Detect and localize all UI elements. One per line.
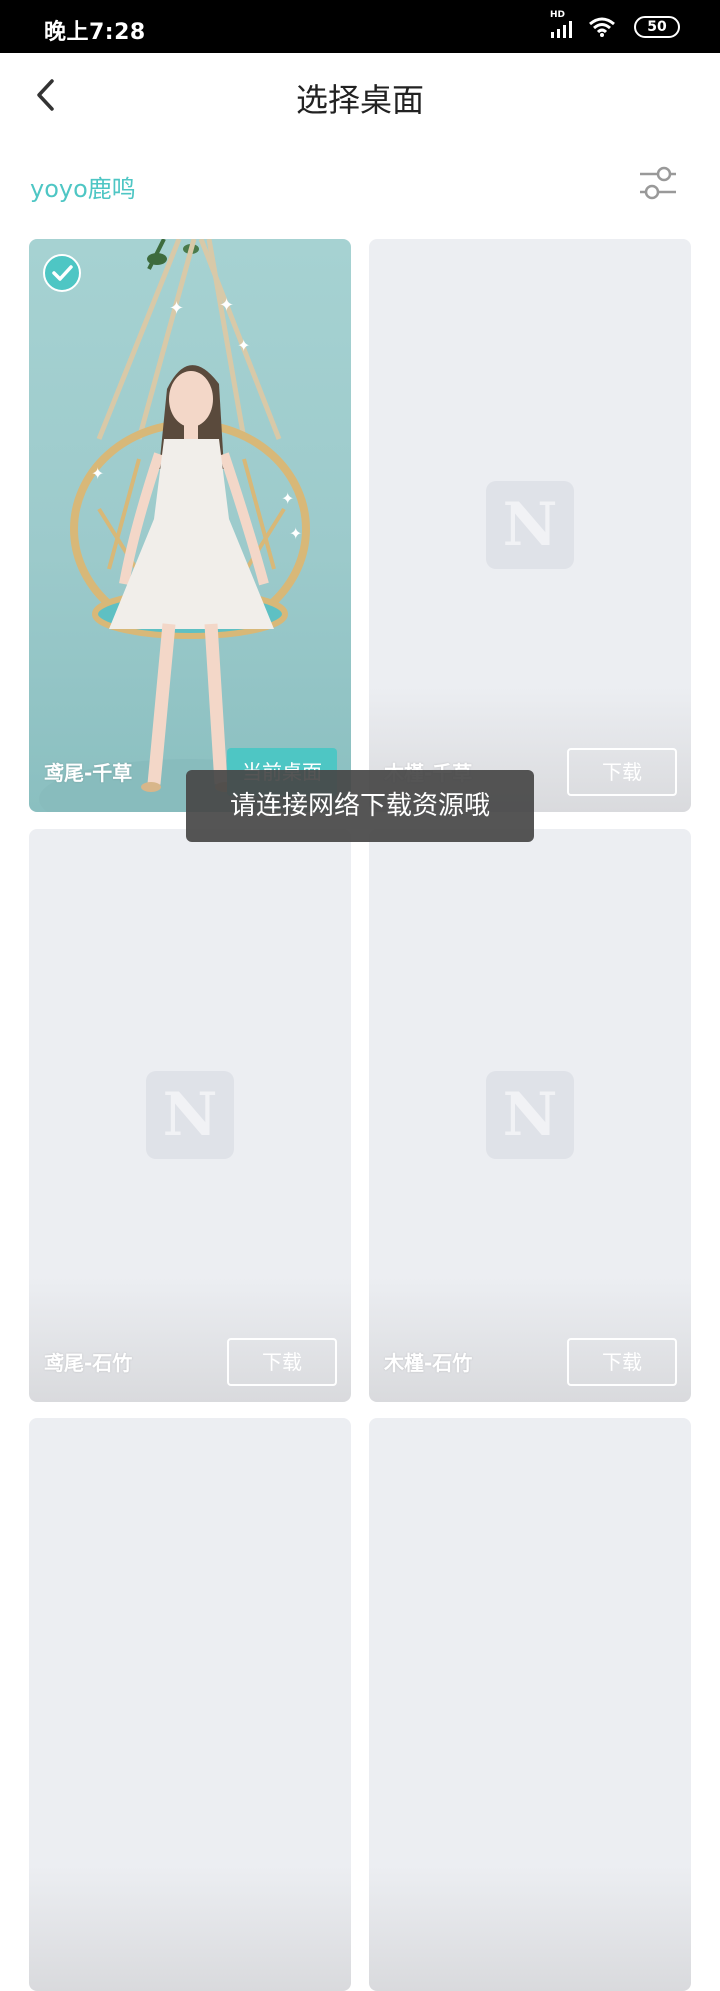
- placeholder-logo-icon: N: [486, 1071, 574, 1159]
- card-title: 木槿-石竹: [384, 1351, 473, 1375]
- desktop-card[interactable]: [369, 1418, 691, 1991]
- card-title: 鸢尾-千草: [44, 761, 133, 785]
- svg-text:✦: ✦: [237, 336, 250, 355]
- toast-message: 请连接网络下载资源哦: [186, 770, 534, 842]
- download-button[interactable]: 下载: [567, 748, 677, 796]
- status-icons: HD 50: [550, 10, 680, 40]
- signal-icon: [551, 21, 572, 38]
- filter-button[interactable]: [636, 164, 680, 204]
- download-button[interactable]: 下载: [227, 1338, 337, 1386]
- selected-check-icon: [43, 254, 81, 292]
- desktop-card[interactable]: ✦ ✦ ✦ ✦ ✦ ✦ 鸢尾-千草 当前桌面: [29, 239, 351, 812]
- battery-indicator: 50: [634, 16, 680, 38]
- account-name[interactable]: yoyo鹿鸣: [30, 169, 136, 204]
- sliders-icon: [640, 166, 676, 200]
- svg-text:✦: ✦: [169, 298, 184, 319]
- svg-text:✦: ✦: [281, 489, 294, 508]
- desktop-card[interactable]: N 木槿-千草 下载: [369, 239, 691, 812]
- placeholder-logo-icon: N: [486, 481, 574, 569]
- card-title: 鸢尾-石竹: [44, 1351, 133, 1375]
- status-time: 晚上7:28: [44, 20, 146, 45]
- svg-text:✦: ✦: [91, 464, 104, 483]
- page-title: 选择桌面: [295, 81, 424, 119]
- character-preview-image: ✦ ✦ ✦ ✦ ✦ ✦: [39, 239, 339, 812]
- top-bar: 选择桌面: [0, 53, 720, 143]
- desktop-card[interactable]: N 木槿-石竹 下载: [369, 829, 691, 1402]
- placeholder-logo-icon: N: [146, 1071, 234, 1159]
- desktop-card[interactable]: [29, 1418, 351, 1991]
- desktop-card[interactable]: N 鸢尾-石竹 下载: [29, 829, 351, 1402]
- download-button[interactable]: 下载: [567, 1338, 677, 1386]
- svg-text:✦: ✦: [289, 524, 302, 543]
- svg-text:✦: ✦: [219, 295, 234, 316]
- wifi-icon: [589, 17, 615, 37]
- network-type-label: HD: [550, 10, 566, 20]
- status-bar: 晚上7:28 HD 50: [0, 0, 720, 53]
